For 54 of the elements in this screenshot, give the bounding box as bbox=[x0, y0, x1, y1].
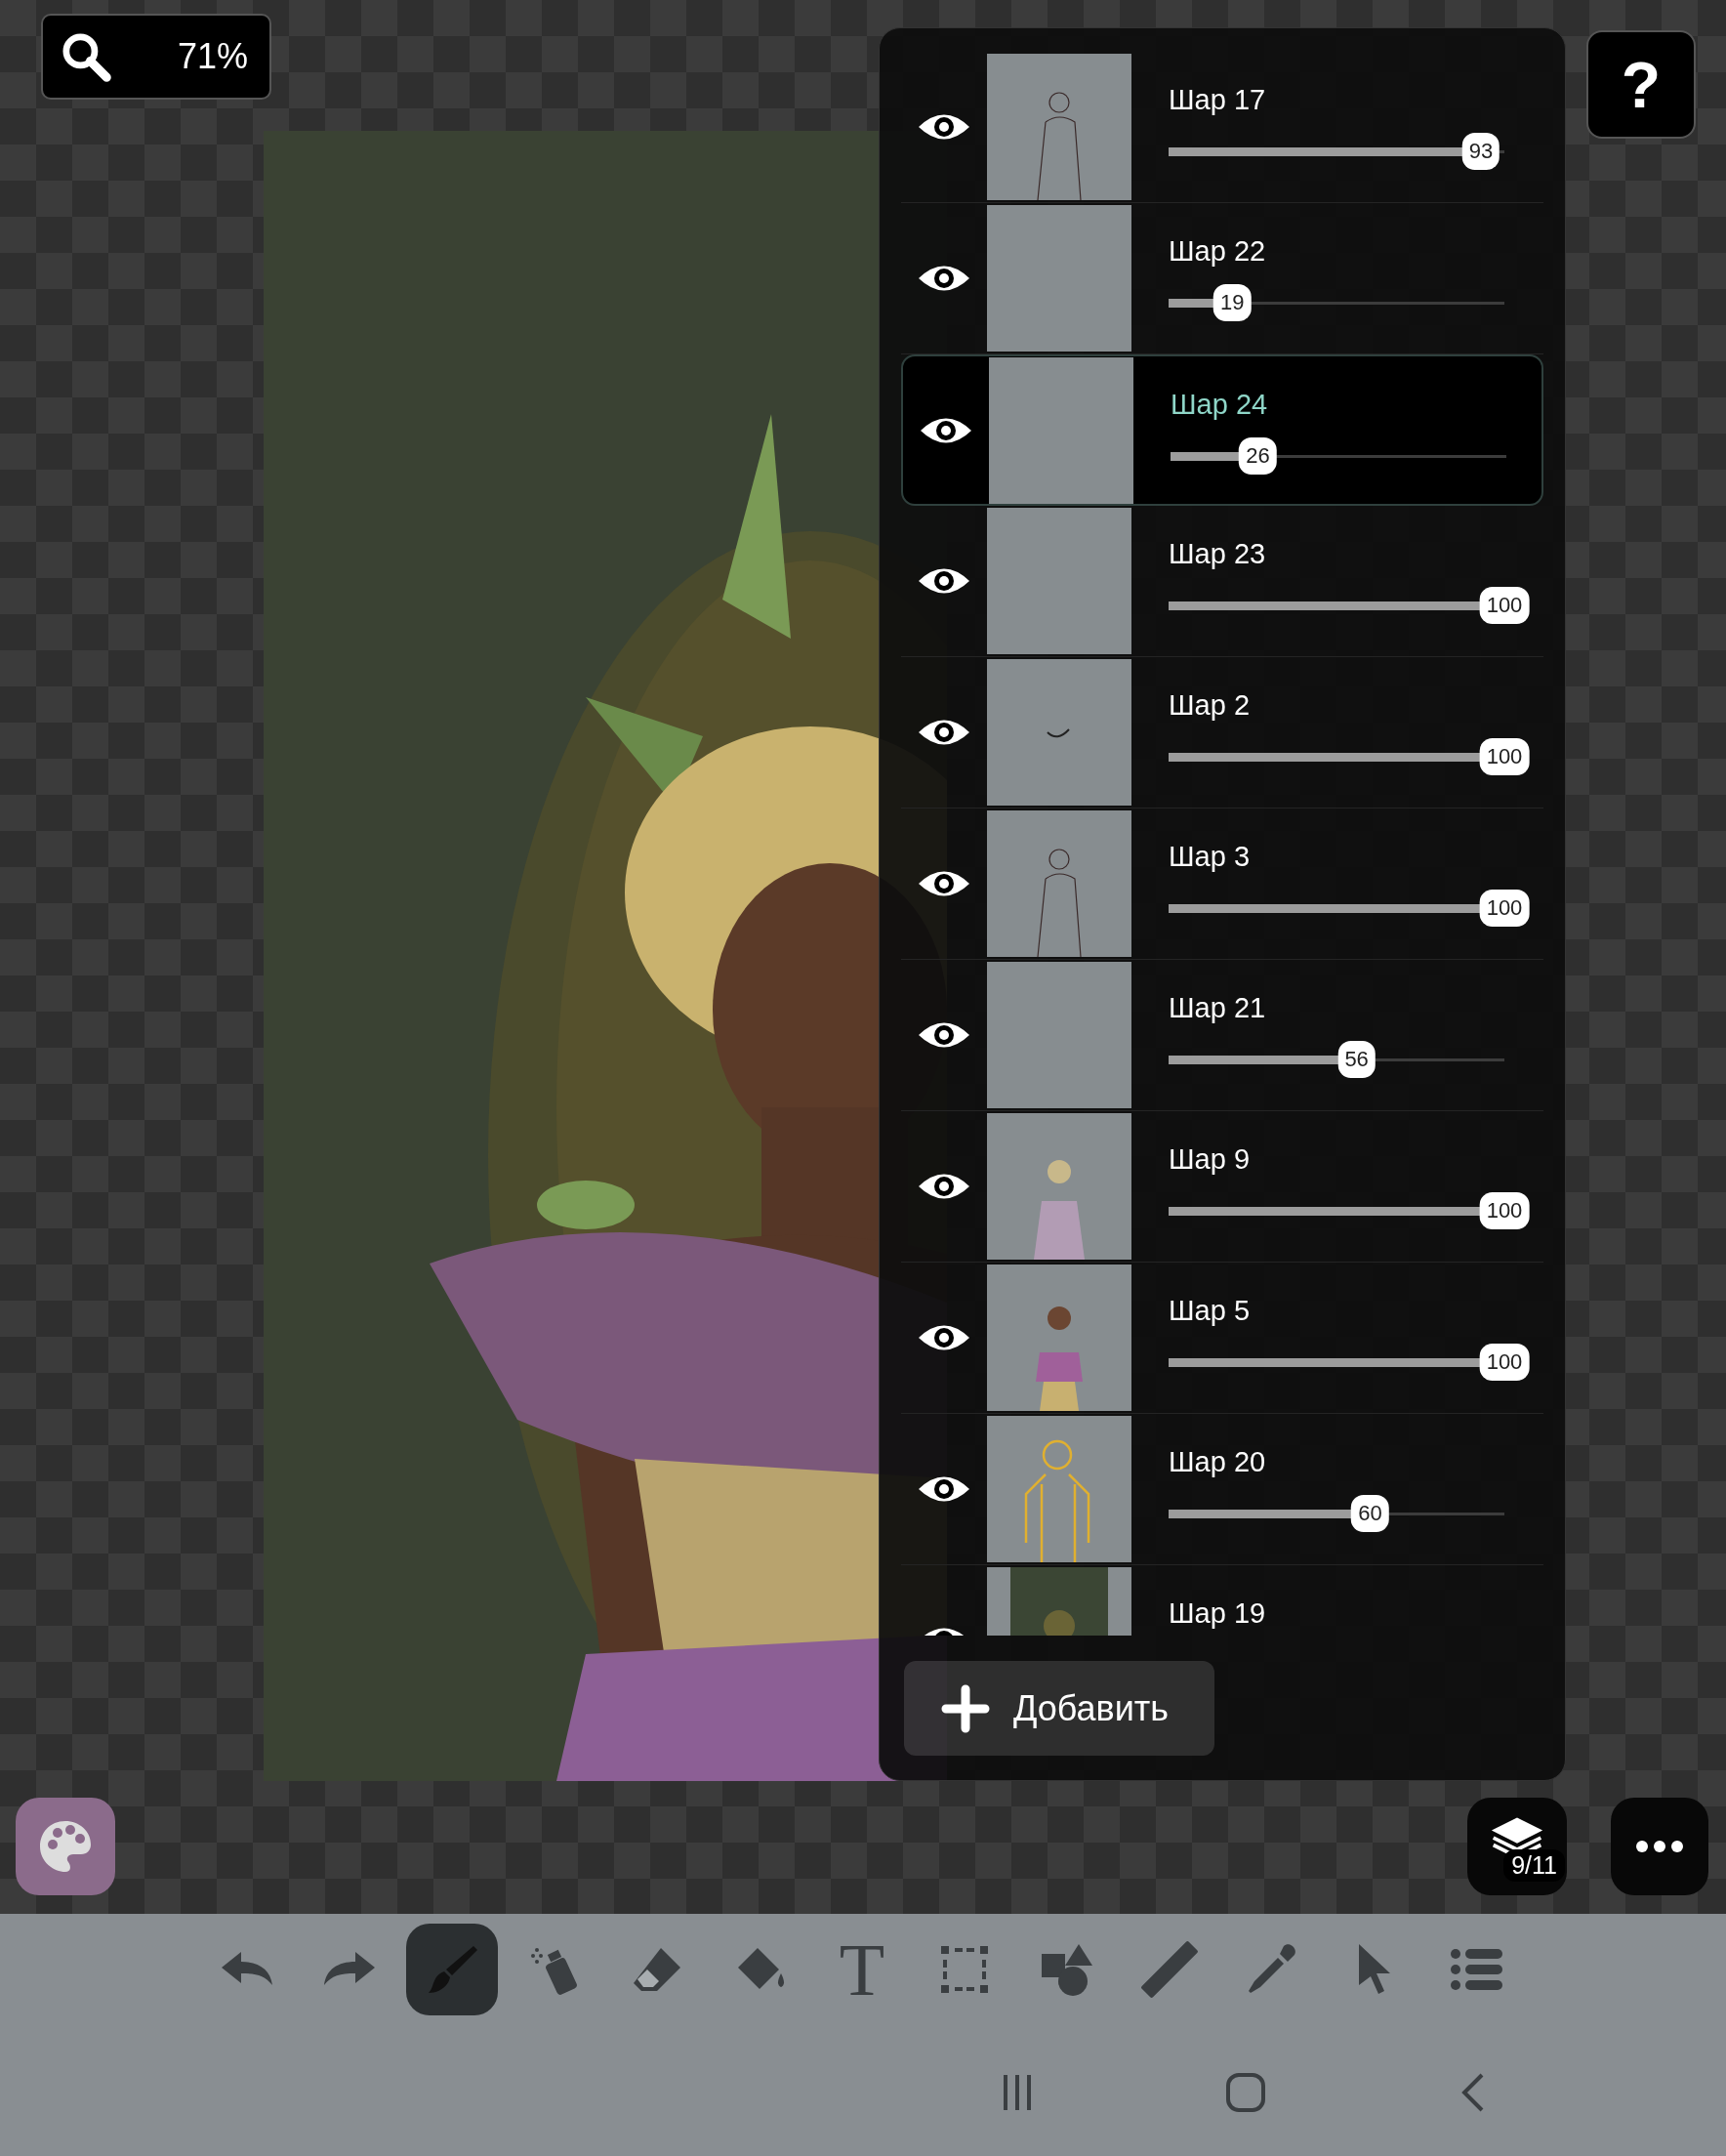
layer-name: Шар 23 bbox=[1169, 537, 1267, 570]
opacity-value[interactable]: 100 bbox=[1479, 1192, 1530, 1229]
opacity-value[interactable]: 100 bbox=[1479, 1344, 1530, 1381]
opacity-slider[interactable]: 100 bbox=[1169, 738, 1532, 775]
opacity-slider[interactable]: 56 bbox=[1169, 1041, 1532, 1078]
opacity-value[interactable]: 26 bbox=[1239, 437, 1277, 475]
opacity-slider[interactable]: 19 bbox=[1169, 284, 1532, 321]
layer-row[interactable]: Шар 5 100 bbox=[901, 1263, 1543, 1414]
home-icon[interactable] bbox=[1224, 2071, 1267, 2114]
opacity-value[interactable]: 19 bbox=[1213, 284, 1252, 321]
opacity-slider[interactable]: 26 bbox=[1171, 437, 1534, 475]
layer-name: Шар 17 bbox=[1169, 83, 1267, 116]
layer-name: Шар 20 bbox=[1169, 1445, 1267, 1478]
opacity-slider[interactable]: 60 bbox=[1169, 1495, 1532, 1532]
layer-name: Шар 21 bbox=[1169, 991, 1267, 1024]
layer-name: Шар 24 bbox=[1171, 388, 1269, 421]
opacity-value[interactable]: 100 bbox=[1479, 890, 1530, 927]
opacity-value[interactable]: 93 bbox=[1461, 133, 1500, 170]
selected-tool-button[interactable] bbox=[406, 1924, 498, 2015]
opacity-value[interactable]: 100 bbox=[1479, 738, 1530, 775]
layer-row[interactable]: Шар 22 19 bbox=[901, 203, 1543, 354]
layer-name: Шар 22 bbox=[1169, 234, 1267, 268]
add-layer-button[interactable]: Добавить bbox=[904, 1661, 1214, 1756]
layer-count-badge: 9/11 bbox=[1503, 1849, 1565, 1882]
layer-row[interactable]: Шар 23 100 bbox=[901, 506, 1543, 657]
selected-layer-row[interactable]: Шар 24 26 bbox=[901, 354, 1543, 506]
layer-row[interactable]: Шар 20 60 bbox=[901, 1414, 1543, 1565]
layer-name: Шар 2 bbox=[1169, 688, 1252, 722]
more-icon bbox=[1635, 1840, 1684, 1853]
layer-name: Шар 3 bbox=[1169, 840, 1252, 873]
opacity-slider[interactable]: 100 bbox=[1169, 1344, 1532, 1381]
palette-button[interactable] bbox=[16, 1798, 115, 1895]
opacity-slider[interactable]: 93 bbox=[1169, 133, 1532, 170]
layer-name: Шар 19 bbox=[1169, 1596, 1266, 1630]
layer-name: Шар 5 bbox=[1169, 1294, 1252, 1327]
layer-row[interactable]: Шар 19 bbox=[901, 1565, 1543, 1636]
layer-row[interactable]: Шар 17 93 bbox=[901, 52, 1543, 203]
layer-row[interactable]: Шар 3 100 bbox=[901, 808, 1543, 960]
opacity-value[interactable]: 100 bbox=[1479, 587, 1530, 624]
layer-name: Шар 9 bbox=[1169, 1142, 1252, 1176]
zoom-indicator[interactable]: 71% bbox=[41, 14, 271, 100]
opacity-slider[interactable]: 100 bbox=[1169, 890, 1532, 927]
opacity-slider[interactable]: 100 bbox=[1169, 1192, 1532, 1229]
layer-row[interactable]: Шар 21 56 bbox=[901, 960, 1543, 1111]
opacity-slider[interactable]: 100 bbox=[1169, 587, 1532, 624]
zoom-value: 71% bbox=[177, 36, 248, 77]
opacity-value[interactable]: 56 bbox=[1337, 1041, 1376, 1078]
layer-row[interactable]: Шар 9 100 bbox=[901, 1111, 1543, 1263]
layer-row[interactable]: Шар 2 100 bbox=[901, 657, 1543, 808]
more-button[interactable] bbox=[1611, 1798, 1708, 1895]
layers-button[interactable]: 9/11 bbox=[1467, 1798, 1567, 1895]
help-button[interactable]: ? bbox=[1586, 30, 1696, 139]
plus-icon bbox=[941, 1683, 990, 1733]
opacity-value[interactable]: 60 bbox=[1351, 1495, 1389, 1532]
